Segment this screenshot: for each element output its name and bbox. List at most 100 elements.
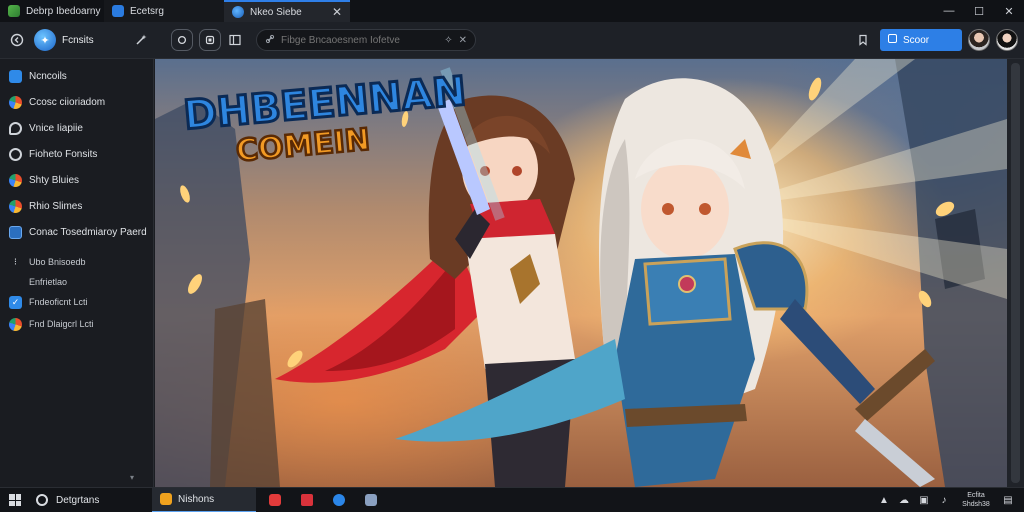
chat-icon [9,121,22,135]
start-button[interactable] [0,488,30,512]
system-tray: ▲ ☁ ▣ ♪ Ecfita Shdsh38 ▤ [878,491,1024,509]
pinned-app-blue[interactable] [328,489,350,511]
blue-square-icon [9,69,22,83]
sparkle-icon[interactable]: ✧ [444,35,452,46]
check-icon: ✓ [9,295,22,309]
sidebar-subitem-label: Fnd Dlaigcrl Lcti [29,319,94,329]
sidebar-item-4[interactable]: Fioheto Fonsits [0,141,153,167]
magic-wand-icon[interactable] [130,29,152,51]
pinned-app-red[interactable] [264,489,286,511]
tab-label: Nkeo Siebe [250,6,302,18]
toolbar-right: Scoor [852,29,1018,51]
windows-logo-icon [9,494,21,506]
gear-icon [9,147,22,161]
search-button-label: Scoor [903,34,930,46]
game-artwork: DHBEENNAN COMEIN [155,59,1007,487]
right-character-arm [780,299,875,404]
sidebar-item-label: Vnice Iiapiie [29,122,83,134]
scroll-thumb[interactable] [1011,63,1020,483]
color-wheel-icon [9,95,22,109]
sidebar: Ncncoils Ccosc ciioriadom Vnice Iiapiie … [0,59,154,487]
right-character-gem [678,275,696,293]
address-input[interactable] [281,34,439,46]
vertical-scrollbar[interactable] [1007,59,1024,487]
blue-app-icon [333,494,345,506]
clock-line-2: Shdsh38 [962,501,990,508]
sidebar-item-2[interactable]: Ccosc ciioriadom [0,89,153,115]
clock[interactable]: Ecfita Shdsh38 [958,491,994,509]
volume-icon[interactable]: ♪ [938,494,950,506]
sidebar-item-5[interactable]: Shty Bluies [0,167,153,193]
search-icon [888,34,897,46]
sidebar-subitem-3[interactable]: ✓ Fndeoficnt Lcti [0,291,153,313]
sidebar-subitem-2[interactable]: Enfrietlao [0,273,153,291]
bookmark-icon[interactable] [852,29,874,51]
gray-app-icon [365,494,377,506]
sidebar-item-3[interactable]: Vnice Iiapiie [0,115,153,141]
search-button[interactable]: Scoor [880,29,962,51]
tab-3-active[interactable]: Nkeo Siebe ✕ [224,0,350,22]
right-character-blade [855,419,935,487]
tab-label: Ecetsrg [130,5,164,17]
avatar-2[interactable] [996,29,1018,51]
pinned-app-red-dot[interactable] [296,489,318,511]
toolbar: ✦ Fcnsits ✧ ✕ Scoor [0,22,1024,59]
network-icon[interactable]: ▣ [918,494,930,506]
sidebar-item-label: Rhio Slimes [29,200,83,212]
address-bar[interactable]: ✧ ✕ [256,29,476,51]
tab-label: Debrp Ibedoarny [26,5,101,17]
avatar-1[interactable] [968,29,990,51]
minimize-button[interactable]: — [934,0,964,22]
blank-icon [9,276,22,289]
link-icon [265,34,275,47]
scroll-down-icon[interactable]: ▾ [130,473,134,482]
notification-icon[interactable]: ▤ [1002,494,1014,506]
brand-logo-icon: ✦ [34,29,56,51]
left-character-eye-right [512,166,522,176]
sidebar-item-7[interactable]: Conac Tosedmiaroy Paerd [0,219,153,245]
brand-label: Fcnsits [62,34,94,46]
color-wheel-icon [9,317,22,331]
sidebar-item-label: Conac Tosedmiaroy Paerd [29,226,147,238]
red-app-icon [269,494,281,506]
sidebar-subitem-1[interactable]: ⁝ Ubo Bnisoedb [0,251,153,273]
copy-icon[interactable] [199,29,221,51]
search-circle-icon [36,494,48,506]
sidebar-item-6[interactable]: Rhio Slimes [0,193,153,219]
artwork-illustration: DHBEENNAN COMEIN [155,59,1007,487]
folder-icon [160,493,172,505]
sidebar-item-label: Shty Bluies [29,174,80,186]
close-button[interactable]: ✕ [994,0,1024,22]
brand[interactable]: ✦ Fcnsits [34,29,130,51]
taskbar-search[interactable]: Detgrtans [30,494,152,506]
sidebar-item-1[interactable]: Ncncoils [0,63,153,89]
color-wheel-icon [9,199,22,213]
red-dot-app-icon [301,494,313,506]
close-tab-icon[interactable]: ✕ [332,5,342,19]
tab-1[interactable]: Debrp Ibedoarny [0,0,104,22]
pinned-app-gray[interactable] [360,489,382,511]
ruin-pillar-left [210,299,280,487]
maximize-button[interactable]: ☐ [964,0,994,22]
taskbar-search-label: Detgrtans [56,494,100,506]
up-arrow-icon[interactable]: ▲ [878,494,890,506]
sidebar-subitem-4[interactable]: Fnd Dlaigcrl Lcti [0,313,153,335]
color-wheel-icon [9,173,22,187]
sidebar-subitem-label: Enfrietlao [29,277,68,287]
back-icon[interactable] [6,29,28,51]
cloud-icon[interactable]: ☁ [898,494,910,506]
right-character-face [641,159,729,259]
clear-icon[interactable]: ✕ [459,35,467,46]
dots-icon: ⁝ [13,256,18,268]
right-character-eye-left [662,203,674,215]
taskbar-active-app[interactable]: Nishons [152,487,256,512]
tab-2[interactable]: Ecetsrg [104,0,224,22]
sidebar-item-label: Ncncoils [29,70,67,82]
refresh-icon[interactable] [171,29,193,51]
app-icon [112,5,124,17]
globe-icon [232,6,244,18]
taskbar-app-label: Nishons [178,493,215,505]
sidebar-item-label: Ccosc ciioriadom [29,96,106,108]
sidebar-toggle-icon[interactable] [224,29,246,51]
sidebar-subitem-label: Ubo Bnisoedb [29,257,86,267]
